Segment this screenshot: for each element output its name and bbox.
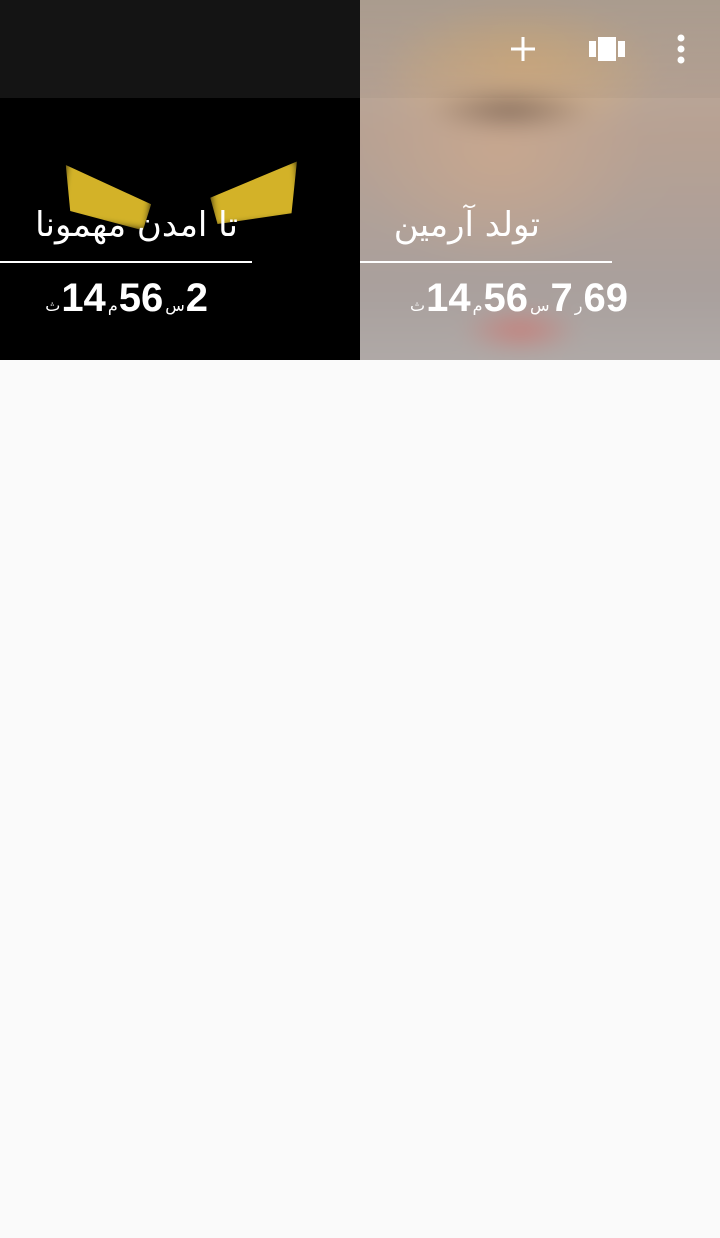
- countdown-seconds-value: 14: [426, 276, 471, 320]
- countdown-minutes-value: 56: [118, 276, 164, 320]
- event-title: تولد آرمین: [393, 205, 540, 245]
- countdown-minutes-unit: م: [472, 296, 483, 315]
- add-event-button[interactable]: [499, 25, 547, 73]
- plus-icon: [511, 37, 535, 61]
- app-bar-left: [0, 0, 360, 98]
- event-card-guests[interactable]: تا امدن مهمونا 2 س 56 م 14 ث: [0, 0, 360, 360]
- countdown-days-value: 69: [583, 276, 629, 320]
- countdown-hours-value: 2: [185, 276, 208, 320]
- event-title: تا امدن مهمونا: [35, 205, 238, 245]
- event-title-divider: [360, 261, 612, 263]
- countdown-hours-value: 7: [550, 276, 573, 320]
- view-carousel-icon: [589, 37, 625, 61]
- countdown-days-unit: ر: [574, 296, 583, 315]
- countdown-seconds-unit: ث: [45, 296, 61, 315]
- view-mode-button[interactable]: [583, 25, 631, 73]
- countdown-hours-unit: س: [529, 296, 550, 315]
- more-vertical-icon: [677, 34, 685, 64]
- countdown-hours-unit: س: [165, 296, 185, 315]
- event-countdown: 2 س 56 م 14 ث: [43, 272, 208, 324]
- event-title-divider: [0, 261, 252, 263]
- countdown-minutes-unit: م: [107, 296, 118, 315]
- countdown-seconds-value: 14: [61, 276, 106, 320]
- countdown-minutes-value: 56: [483, 276, 528, 320]
- countdown-seconds-unit: ث: [410, 296, 426, 315]
- more-options-button[interactable]: [657, 25, 705, 73]
- event-countdown: 69 ر 7 س 56 م 14 ث: [408, 272, 628, 324]
